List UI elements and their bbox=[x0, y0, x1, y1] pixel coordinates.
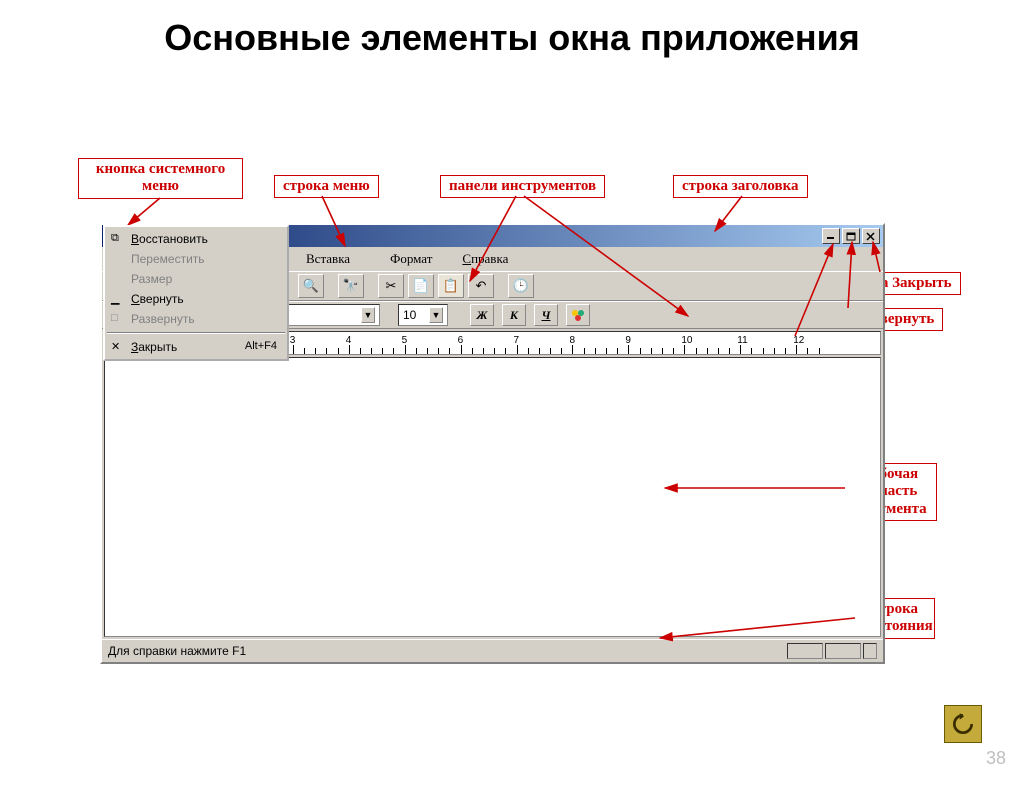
color-button[interactable] bbox=[566, 304, 590, 326]
sys-menu-close[interactable]: ✕ Закрыть Alt+F4 bbox=[105, 337, 287, 357]
slide-title: Основные элементы окна приложения bbox=[0, 18, 1024, 58]
sys-menu-minimize[interactable]: ▁ Свернуть bbox=[105, 289, 287, 309]
status-pane bbox=[825, 643, 861, 659]
chevron-down-icon[interactable]: ▼ bbox=[361, 307, 375, 323]
document-work-area[interactable] bbox=[104, 357, 881, 637]
menu-help[interactable]: Справка bbox=[452, 249, 518, 269]
status-bar: Для справки нажмите F1 bbox=[102, 639, 883, 662]
undo-icon[interactable]: ↶ bbox=[468, 274, 494, 298]
ruler-number: 10 bbox=[681, 335, 692, 346]
sys-menu-restore[interactable]: ⧉ Восстановить bbox=[105, 229, 287, 249]
slide-number: 38 bbox=[986, 748, 1006, 769]
close-icon: ✕ bbox=[111, 340, 120, 353]
minimize-icon: ▁ bbox=[111, 292, 119, 305]
maximize-icon: □ bbox=[111, 312, 118, 324]
resize-grip-icon[interactable] bbox=[863, 643, 877, 659]
restore-icon: ⧉ bbox=[111, 232, 119, 245]
paste-icon[interactable]: 📋 bbox=[438, 274, 464, 298]
chevron-down-icon[interactable]: ▼ bbox=[429, 307, 443, 323]
datetime-icon[interactable]: 🕒 bbox=[508, 274, 534, 298]
close-button[interactable] bbox=[862, 228, 880, 244]
label-menu-row: строка меню bbox=[274, 175, 379, 198]
label-sys-menu-btn: кнопка системного меню bbox=[78, 158, 243, 199]
copy-icon[interactable]: 📄 bbox=[408, 274, 434, 298]
cut-icon[interactable]: ✂ bbox=[378, 274, 404, 298]
sys-menu-size: Размер bbox=[105, 269, 287, 289]
sys-menu-move: Переместить bbox=[105, 249, 287, 269]
print-preview-icon[interactable]: 🔍 bbox=[298, 274, 324, 298]
status-text: Для справки нажмите F1 bbox=[108, 644, 246, 658]
minimize-button[interactable] bbox=[822, 228, 840, 244]
menu-format[interactable]: Формат bbox=[370, 249, 452, 269]
underline-button[interactable]: Ч bbox=[534, 304, 558, 326]
ruler-number: 11 bbox=[737, 335, 747, 346]
system-menu[interactable]: ⧉ Восстановить Переместить Размер ▁ Свер… bbox=[103, 225, 289, 361]
status-pane bbox=[787, 643, 823, 659]
find-icon[interactable]: 🔭 bbox=[338, 274, 364, 298]
maximize-button[interactable] bbox=[842, 228, 860, 244]
ruler-number: 12 bbox=[793, 335, 804, 346]
bold-button[interactable]: Ж bbox=[470, 304, 494, 326]
label-title-row: строка заголовка bbox=[673, 175, 808, 198]
back-button[interactable] bbox=[944, 705, 982, 743]
menu-separator bbox=[107, 332, 285, 334]
italic-button[interactable]: К bbox=[502, 304, 526, 326]
sys-menu-maximize: □ Развернуть bbox=[105, 309, 287, 329]
label-toolbars: панели инструментов bbox=[440, 175, 605, 198]
font-size-combo[interactable]: 10 ▼ bbox=[398, 304, 448, 326]
